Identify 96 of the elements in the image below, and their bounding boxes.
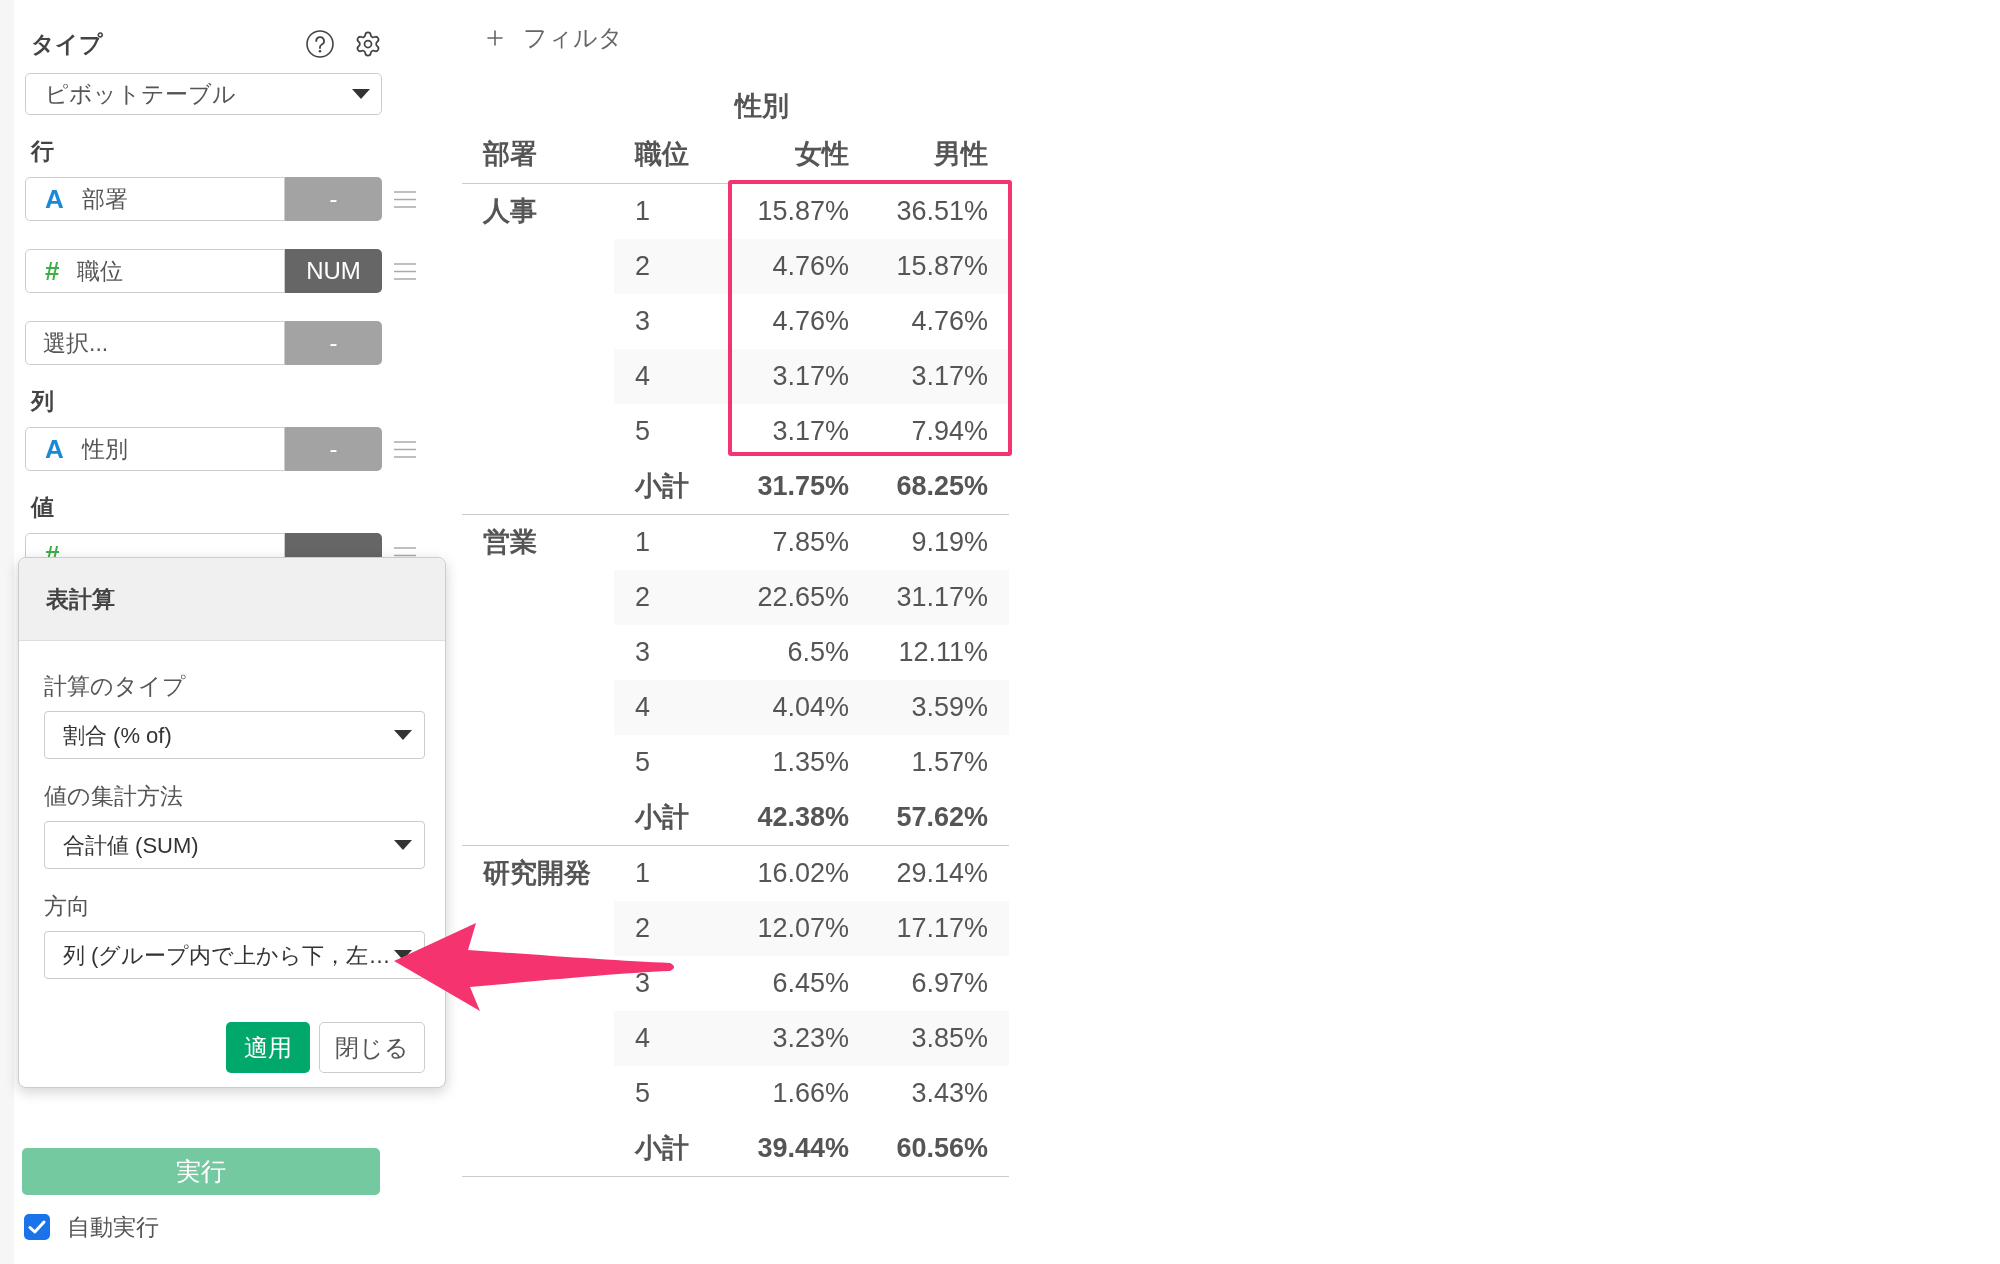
column-header: 女性	[795, 138, 849, 172]
drag-handle-icon[interactable]	[394, 440, 416, 458]
table-cell-text: 6.45%	[771, 967, 850, 1001]
row-header: 研究開発	[483, 857, 591, 891]
table-cell-text: 3	[634, 305, 652, 339]
popup-title: 表計算	[46, 584, 115, 614]
table-cell-text: 1	[634, 195, 652, 229]
table-cell-text: 42.38%	[756, 801, 850, 835]
table-cell: 3.17%	[870, 349, 1009, 404]
table-cell: 12.07%	[730, 901, 870, 956]
table-cell: 4.76%	[730, 239, 870, 294]
dropdown-select[interactable]: 列 (グループ内で上から下，左…	[44, 931, 425, 979]
table-cell-text: 1.57%	[910, 746, 989, 780]
column-header: 職位	[635, 138, 689, 172]
column-group-header: 性別	[735, 90, 789, 123]
section-label: 行	[31, 137, 54, 165]
help-icon[interactable]	[306, 30, 334, 58]
checkmark-icon	[28, 1220, 46, 1234]
caret-icon	[352, 89, 370, 99]
type-icon: A	[45, 429, 64, 469]
table-cell-text: 36.51%	[895, 195, 989, 229]
table-cell: 2	[614, 570, 730, 625]
table-cell-text: 9.19%	[910, 526, 989, 560]
table-cell-text: 16.02%	[756, 857, 850, 891]
settings-icon[interactable]	[354, 30, 382, 58]
checkbox[interactable]	[24, 1214, 50, 1240]
table-cell: 2	[614, 239, 730, 294]
table-cell-text: 5	[634, 746, 652, 780]
table-cell-text: 4.76%	[771, 305, 850, 339]
filter-button[interactable]: フィルタ	[483, 18, 623, 58]
subtotal-label: 小計	[635, 801, 689, 835]
table-cell-text: 3	[634, 636, 652, 670]
table-cell-text: 60.56%	[895, 1132, 989, 1166]
drag-handle-icon[interactable]	[394, 190, 416, 208]
row-header: 営業	[483, 526, 537, 560]
table-cell-text: 6.5%	[786, 636, 850, 670]
table-cell-text: 31.75%	[756, 470, 850, 504]
table-cell-text: 1	[634, 857, 652, 891]
close-button[interactable]: 閉じる	[319, 1022, 425, 1073]
table-cell-text: 5	[634, 415, 652, 449]
table-cell: 3.85%	[870, 1011, 1009, 1066]
table-cell: 3.23%	[730, 1011, 870, 1066]
type-label: タイプ	[31, 29, 103, 59]
column-header: 男性	[934, 138, 988, 172]
row-header: 人事	[483, 195, 537, 229]
table-cell: 17.17%	[870, 901, 1009, 956]
caret-icon	[394, 840, 412, 850]
table-cell-text: 15.87%	[756, 195, 850, 229]
table-cell-text: 7.94%	[910, 415, 989, 449]
table-cell-text: 1	[634, 526, 652, 560]
table-cell-text: 1.66%	[771, 1077, 850, 1111]
field-select[interactable]: A 部署	[25, 177, 285, 221]
field-label: 値の集計方法	[44, 782, 183, 810]
table-cell-text: 29.14%	[895, 857, 989, 891]
table-cell-text: 6.97%	[910, 967, 989, 1001]
caret-icon	[394, 950, 412, 960]
table-cell: 4.04%	[730, 680, 870, 735]
table-cell: 31.17%	[870, 570, 1009, 625]
field-select[interactable]: # 職位	[25, 249, 285, 293]
field-label: 方向	[44, 892, 90, 920]
table-cell-text: 4.76%	[910, 305, 989, 339]
dropdown-select[interactable]: 合計値 (SUM)	[44, 821, 425, 869]
section-label: 列	[31, 387, 54, 415]
field-select[interactable]: 選択...	[25, 321, 285, 365]
field-label: 計算のタイプ	[44, 672, 186, 700]
table-cell-text: 3.17%	[771, 415, 850, 449]
chart-type-select[interactable]: ピボットテーブル	[25, 73, 382, 115]
table-cell-text: 12.11%	[897, 636, 989, 670]
table-cell: 4	[614, 349, 730, 404]
caret-icon	[394, 730, 412, 740]
table-cell: 4	[614, 680, 730, 735]
table-cell-text: 57.62%	[895, 801, 989, 835]
table-cell: 4	[614, 1011, 730, 1066]
checkbox-label: 自動実行	[67, 1212, 159, 1242]
dropdown-select[interactable]: 割合 (% of)	[44, 711, 425, 759]
table-cell-text: 3.43%	[910, 1077, 989, 1111]
table-cell: 15.87%	[870, 239, 1009, 294]
table-cell-text: 5	[634, 1077, 652, 1111]
table-cell-text: 1.35%	[771, 746, 850, 780]
type-icon: A	[45, 179, 64, 219]
field-select[interactable]: A 性別	[25, 427, 285, 471]
table-cell: 2	[614, 901, 730, 956]
subtotal-label: 小計	[635, 470, 689, 504]
aggregate-button[interactable]: NUM	[285, 249, 382, 293]
table-cell: 3.17%	[730, 349, 870, 404]
subtotal-label: 小計	[635, 1132, 689, 1166]
table-cell-text: 7.85%	[771, 526, 850, 560]
table-cell-text: 3	[634, 967, 652, 1001]
column-header: 部署	[483, 138, 537, 172]
section-label: 値	[31, 493, 54, 521]
table-cell-text: 68.25%	[895, 470, 989, 504]
type-icon: #	[45, 251, 60, 291]
table-cell: 22.65%	[730, 570, 870, 625]
table-cell-text: 39.44%	[756, 1132, 850, 1166]
drag-handle-icon[interactable]	[394, 262, 416, 280]
table-cell: 3.59%	[870, 680, 1009, 735]
